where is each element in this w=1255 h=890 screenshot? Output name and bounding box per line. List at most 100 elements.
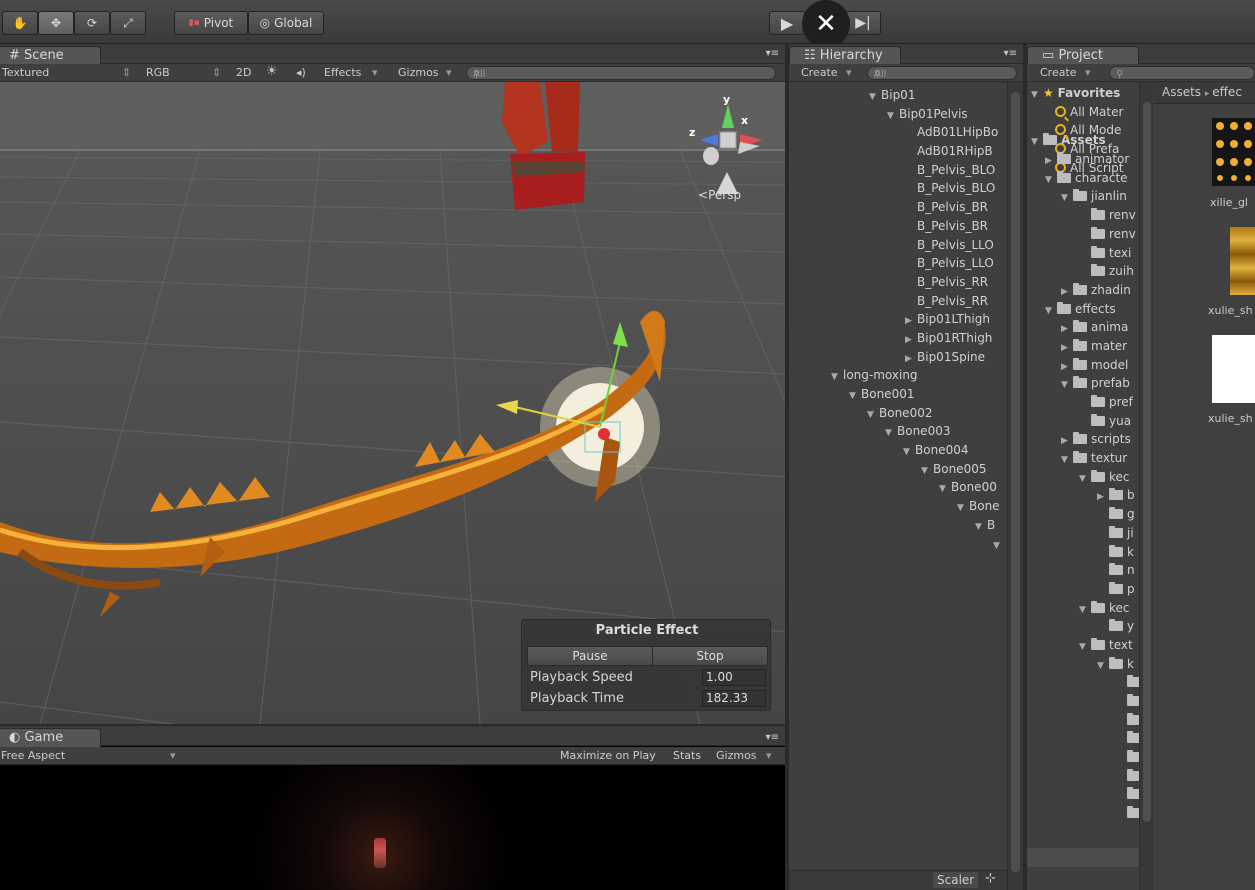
favorite-item[interactable]: All Mater xyxy=(1031,103,1139,122)
hierarchy-item[interactable]: ▼ Bone005 xyxy=(789,460,1005,479)
folder-item[interactable]: ▼ text xyxy=(1031,636,1139,655)
folder-item[interactable] xyxy=(1031,804,1139,823)
expanded-arrow-icon[interactable]: ▼ xyxy=(957,499,969,518)
stop-button[interactable]: Stop xyxy=(652,646,768,666)
pause-button[interactable]: Pause xyxy=(527,646,653,666)
expanded-arrow-icon[interactable]: ▼ xyxy=(975,518,987,537)
selected-folder-row[interactable] xyxy=(1027,848,1139,867)
hierarchy-item[interactable]: ▼ Bone004 xyxy=(789,441,1005,460)
move-tool-button[interactable]: ✥ xyxy=(38,11,74,35)
hierarchy-item[interactable]: B_Pelvis_RR xyxy=(789,273,1005,292)
scaler-icon[interactable]: ⊹ xyxy=(985,871,996,886)
expanded-arrow-icon[interactable]: ▼ xyxy=(993,537,1005,556)
breadcrumb-effects[interactable]: effec xyxy=(1212,85,1242,99)
mode-2d-button[interactable]: 2D xyxy=(236,66,251,79)
project-search-input[interactable]: ⚲ xyxy=(1109,66,1255,80)
hierarchy-item[interactable]: ▼ Bip01 xyxy=(789,86,1005,105)
folder-item[interactable]: ▶ model xyxy=(1031,356,1139,375)
expanded-arrow-icon[interactable]: ▼ xyxy=(849,387,861,406)
folder-item[interactable] xyxy=(1031,692,1139,711)
folder-item[interactable]: ▶ anima xyxy=(1031,318,1139,337)
playback-time-field[interactable]: 182.33 xyxy=(702,690,766,707)
folder-item[interactable]: renv xyxy=(1031,206,1139,225)
folder-item[interactable]: n xyxy=(1031,561,1139,580)
expanded-arrow-icon[interactable]: ▼ xyxy=(939,480,951,499)
folder-item[interactable] xyxy=(1031,729,1139,748)
folder-item[interactable]: p xyxy=(1031,580,1139,599)
hierarchy-item[interactable]: AdB01RHipB xyxy=(789,142,1005,161)
folder-item[interactable] xyxy=(1031,785,1139,804)
asset-thumbnail[interactable] xyxy=(1230,227,1255,295)
folder-item[interactable]: ji xyxy=(1031,524,1139,543)
scene-search-input[interactable]: ⚲ All xyxy=(466,66,776,80)
hierarchy-item[interactable]: ▼ B xyxy=(789,516,1005,535)
folder-item[interactable]: pref xyxy=(1031,393,1139,412)
folder-item[interactable]: ▼ jianlin xyxy=(1031,187,1139,206)
rotate-tool-button[interactable]: ⟳ xyxy=(74,11,110,35)
gizmos-dropdown[interactable]: Gizmos xyxy=(398,66,439,79)
scene-viewport[interactable]: y x z <Persp Particle Effect Pause Stop … xyxy=(0,82,785,724)
tab-game[interactable]: ◐ Game xyxy=(0,728,101,747)
expanded-arrow-icon[interactable]: ▼ xyxy=(831,368,843,387)
game-gizmos-dropdown[interactable]: Gizmos xyxy=(716,749,757,762)
hierarchy-item[interactable]: ▼ Bip01Pelvis xyxy=(789,105,1005,124)
folder-item[interactable] xyxy=(1031,673,1139,692)
project-tree-scroll-thumb[interactable] xyxy=(1143,102,1151,822)
hierarchy-item[interactable]: B_Pelvis_RR xyxy=(789,292,1005,311)
stats-button[interactable]: Stats xyxy=(673,749,701,762)
folder-item[interactable]: ▶ zhadin xyxy=(1031,281,1139,300)
folder-item[interactable]: ▶ animator xyxy=(1031,150,1139,169)
expanded-arrow-icon[interactable]: ▼ xyxy=(869,88,881,107)
lighting-icon[interactable]: ☀ xyxy=(266,64,278,79)
panel-menu-icon[interactable]: ▾≡ xyxy=(766,48,779,59)
folder-item[interactable]: renv xyxy=(1031,225,1139,244)
step-button[interactable]: ▶| xyxy=(845,11,881,35)
scale-tool-button[interactable]: ⤢ xyxy=(110,11,146,35)
hierarchy-item[interactable]: ▶ Bip01LThigh xyxy=(789,310,1005,329)
folder-item[interactable] xyxy=(1031,748,1139,767)
favorites-header[interactable]: ▼ ★ Favorites xyxy=(1031,84,1139,103)
hierarchy-item[interactable]: B_Pelvis_BR xyxy=(789,217,1005,236)
expanded-arrow-icon[interactable]: ▼ xyxy=(903,443,915,462)
hierarchy-item[interactable]: B_Pelvis_BR xyxy=(789,198,1005,217)
hierarchy-item[interactable]: ▼ Bone002 xyxy=(789,404,1005,423)
close-overlay-button[interactable]: ✕ xyxy=(802,0,850,48)
audio-icon[interactable]: ◂) xyxy=(296,66,306,79)
asset-thumbnail[interactable] xyxy=(1212,335,1255,403)
persp-toggle[interactable]: <Persp xyxy=(698,188,741,202)
hierarchy-item[interactable]: B_Pelvis_LLO xyxy=(789,254,1005,273)
folder-item[interactable] xyxy=(1031,767,1139,786)
hierarchy-item[interactable]: B_Pelvis_BLO xyxy=(789,161,1005,180)
folder-item[interactable]: texi xyxy=(1031,244,1139,263)
expanded-arrow-icon[interactable]: ▼ xyxy=(1061,376,1073,395)
folder-item[interactable]: k xyxy=(1031,543,1139,562)
breadcrumb-assets[interactable]: Assets xyxy=(1162,85,1201,99)
folder-item[interactable] xyxy=(1031,711,1139,730)
folder-item[interactable]: zuih xyxy=(1031,262,1139,281)
expanded-arrow-icon[interactable]: ▼ xyxy=(867,406,879,425)
folder-item[interactable]: ▶ mater xyxy=(1031,337,1139,356)
project-create-button[interactable]: Create xyxy=(1040,66,1077,79)
folder-item[interactable]: ▼ kec xyxy=(1031,468,1139,487)
hierarchy-item[interactable]: ▼ Bone001 xyxy=(789,385,1005,404)
hierarchy-menu-icon[interactable]: ▾≡ xyxy=(1004,48,1017,59)
expanded-arrow-icon[interactable]: ▼ xyxy=(1079,638,1091,657)
hierarchy-item[interactable]: ▼ long-moxing xyxy=(789,366,1005,385)
folder-item[interactable]: ▼ characte xyxy=(1031,169,1139,188)
hierarchy-item[interactable]: ▶ Bip01Spine xyxy=(789,348,1005,367)
expanded-arrow-icon[interactable]: ▼ xyxy=(887,107,899,126)
expanded-arrow-icon[interactable]: ▼ xyxy=(1079,601,1091,620)
hierarchy-item[interactable]: ▼ xyxy=(789,535,1005,554)
hierarchy-item[interactable]: ▼ Bone003 xyxy=(789,422,1005,441)
expanded-arrow-icon[interactable]: ▼ xyxy=(1061,451,1073,470)
expanded-arrow-icon[interactable]: ▼ xyxy=(1079,470,1091,489)
hierarchy-item[interactable]: ▼ Bone00 xyxy=(789,478,1005,497)
collapsed-arrow-icon[interactable]: ▶ xyxy=(905,331,917,350)
effects-dropdown[interactable]: Effects xyxy=(324,66,361,79)
maximize-on-play-button[interactable]: Maximize on Play xyxy=(560,749,656,762)
hierarchy-scroll-thumb[interactable] xyxy=(1011,92,1020,872)
project-tree-scrollbar[interactable] xyxy=(1139,82,1153,890)
tab-hierarchy[interactable]: ☷ Hierarchy xyxy=(789,46,901,65)
pivot-button[interactable]: ▮▪ Pivot xyxy=(174,11,248,35)
folder-item[interactable]: ▼ kec xyxy=(1031,599,1139,618)
